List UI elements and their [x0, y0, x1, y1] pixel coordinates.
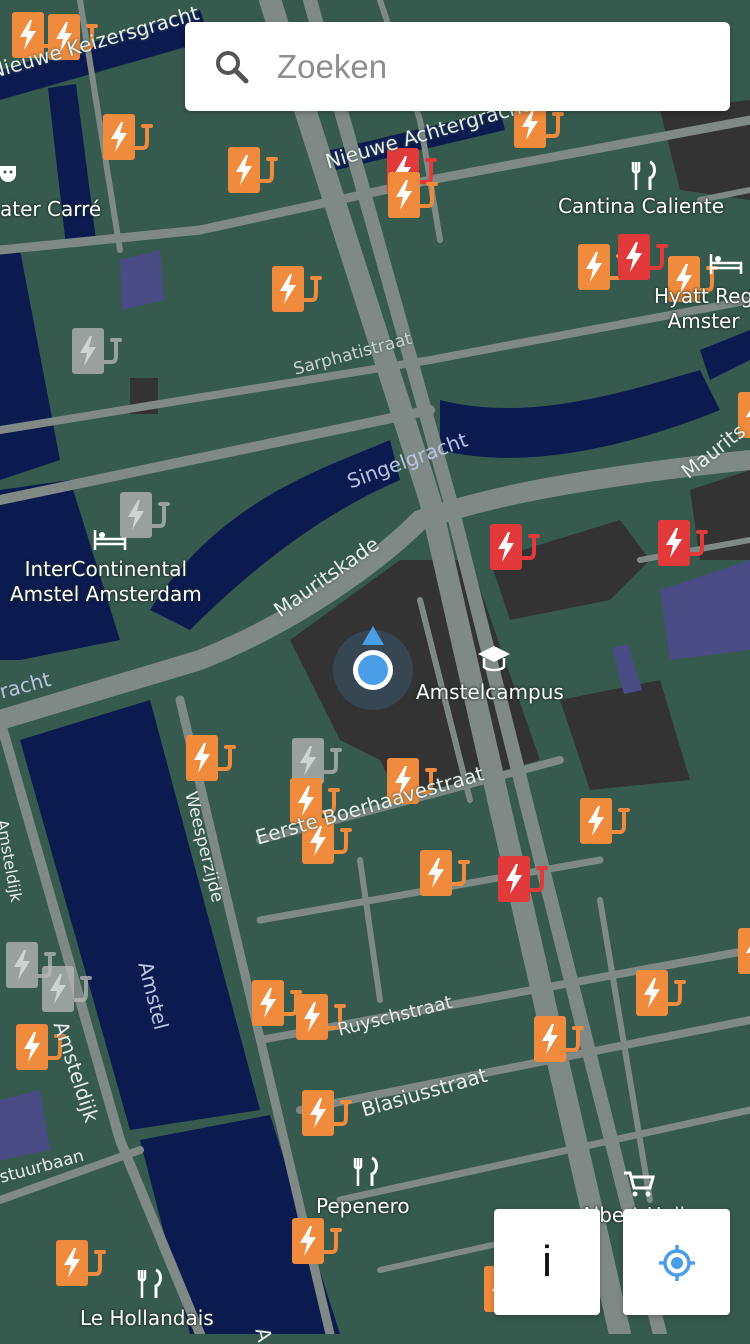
info-button[interactable]: i	[494, 1209, 600, 1315]
restaurant-icon	[350, 1156, 384, 1190]
crosshair-icon	[659, 1245, 695, 1281]
charger-marker-available[interactable]	[738, 928, 750, 974]
search-icon	[213, 48, 251, 86]
search-placeholder: Zoeken	[277, 48, 388, 85]
place-label-intercontinental: InterContinental Amstel Amsterdam	[10, 557, 202, 606]
restaurant-icon	[628, 160, 662, 194]
place-label-amstelcampus: Amstelcampus	[416, 680, 564, 704]
search-bar[interactable]: Zoeken	[185, 22, 730, 111]
place-label-theater-carre: ater Carré	[0, 197, 102, 221]
place-label-le-hollandais: Le Hollandais	[80, 1306, 214, 1330]
school-icon	[476, 643, 510, 677]
place-label-pepenero: Pepenero	[316, 1194, 410, 1218]
locate-me-button[interactable]	[623, 1209, 730, 1315]
theater-icon	[0, 162, 30, 196]
restaurant-icon	[134, 1268, 168, 1302]
hotel-icon	[92, 524, 127, 558]
shopping-cart-icon	[622, 1170, 656, 1204]
place-label-cantina-caliente: Cantina Caliente	[558, 194, 725, 218]
place-label-hyatt-regency: Hyatt Reg Amster	[654, 284, 750, 333]
hotel-icon	[708, 248, 743, 282]
